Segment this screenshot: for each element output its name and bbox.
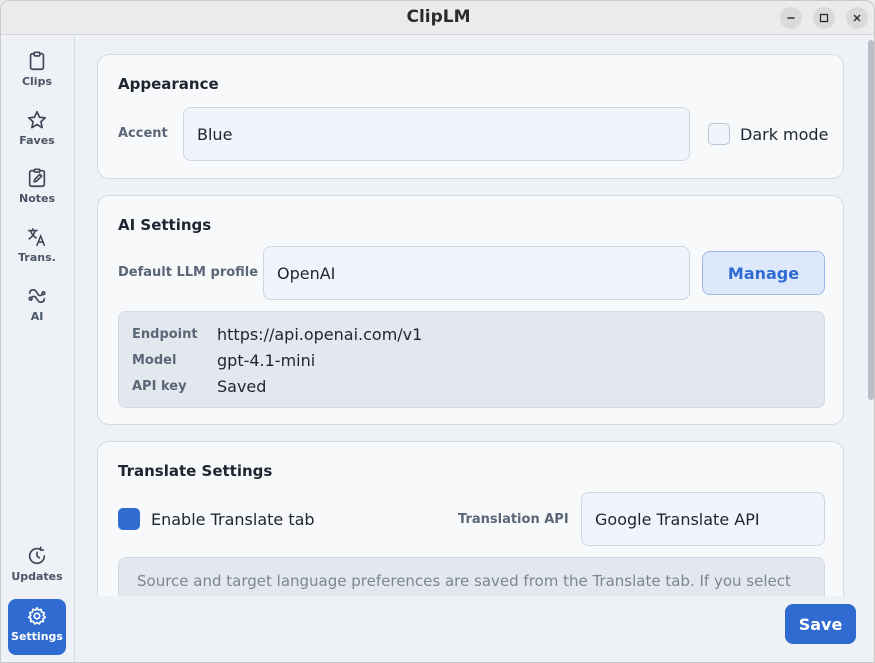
- ai-link-icon: [28, 289, 46, 303]
- sidebar-item-updates[interactable]: Updates: [8, 539, 66, 595]
- sidebar-item-faves[interactable]: Faves: [8, 103, 66, 159]
- ai-settings-card: AI Settings Default LLM profile OpenAI M…: [97, 195, 844, 425]
- sidebar-item-settings[interactable]: Settings: [8, 599, 66, 655]
- translate-icon: [27, 227, 46, 247]
- scrollbar[interactable]: [868, 40, 874, 400]
- detail-value: https://api.openai.com/v1: [217, 325, 423, 344]
- sidebar-item-trans[interactable]: Trans.: [8, 220, 66, 276]
- update-clock-icon: [28, 546, 46, 565]
- note-edit-icon: [28, 168, 46, 188]
- sidebar-item-label: Clips: [21, 75, 53, 88]
- window-title: ClipLM: [406, 7, 471, 27]
- detail-key: Endpoint: [132, 327, 198, 342]
- minimize-icon[interactable]: [780, 7, 802, 29]
- gear-icon: [27, 606, 47, 625]
- detail-key: Model: [132, 353, 177, 368]
- sidebar-item-label: Updates: [11, 570, 63, 583]
- dark-mode-label: Dark mode: [740, 125, 829, 144]
- sidebar-item-label: AI: [30, 310, 44, 323]
- appearance-card: Appearance Accent Blue Dark mode: [97, 54, 844, 179]
- enable-translate-checkbox[interactable]: [118, 508, 140, 530]
- manage-button[interactable]: Manage: [702, 251, 825, 295]
- sidebar-item-label: Settings: [11, 630, 63, 643]
- enable-translate-label: Enable Translate tab: [151, 510, 315, 529]
- maximize-icon[interactable]: [813, 7, 835, 29]
- section-title: Appearance: [118, 75, 219, 93]
- sidebar-item-label: Faves: [19, 134, 55, 147]
- profile-label: Default LLM profile: [118, 265, 259, 280]
- detail-value: Saved: [217, 377, 267, 396]
- detail-key: API key: [132, 379, 187, 394]
- dark-mode-checkbox[interactable]: [708, 123, 730, 145]
- accent-value: Blue: [197, 124, 233, 144]
- sidebar-item-label: Trans.: [18, 251, 56, 264]
- llm-profile-select[interactable]: OpenAI: [263, 246, 690, 300]
- footer-bar: [76, 596, 866, 662]
- accent-select[interactable]: Blue: [183, 107, 690, 161]
- app-window: ClipLM Clips Faves Notes Trans. AI Updat…: [0, 0, 875, 663]
- sidebar: Clips Faves Notes Trans. AI Updates Sett…: [1, 36, 75, 662]
- accent-label: Accent: [118, 126, 168, 141]
- section-title: AI Settings: [118, 216, 212, 234]
- clipboard-icon: [29, 51, 45, 71]
- profile-value: OpenAI: [277, 263, 336, 283]
- translation-api-value: Google Translate API: [595, 509, 760, 529]
- settings-content: Appearance Accent Blue Dark mode AI Sett…: [76, 36, 874, 662]
- sidebar-item-ai[interactable]: AI: [8, 279, 66, 335]
- save-button[interactable]: Save: [785, 604, 856, 644]
- sidebar-item-notes[interactable]: Notes: [8, 161, 66, 217]
- star-icon: [27, 110, 47, 129]
- close-icon[interactable]: [846, 7, 868, 29]
- detail-value: gpt-4.1-mini: [217, 351, 316, 370]
- section-title: Translate Settings: [118, 462, 273, 480]
- translation-api-select[interactable]: Google Translate API: [581, 492, 825, 546]
- profile-details: Endpoint https://api.openai.com/v1 Model…: [118, 311, 825, 408]
- translation-api-label: Translation API: [458, 512, 569, 527]
- title-bar: ClipLM: [1, 1, 874, 35]
- translate-note-text: Source and target language preferences a…: [137, 572, 791, 590]
- sidebar-item-label: Notes: [18, 192, 56, 205]
- sidebar-item-clips[interactable]: Clips: [8, 44, 66, 100]
